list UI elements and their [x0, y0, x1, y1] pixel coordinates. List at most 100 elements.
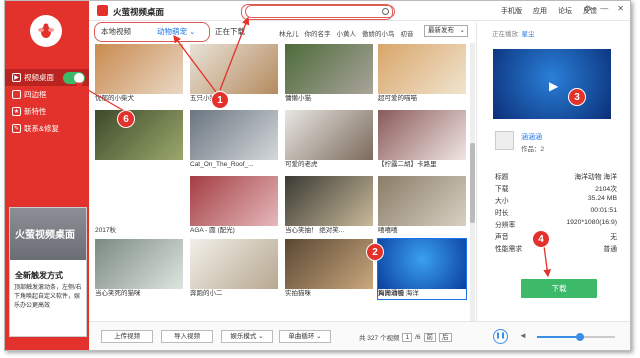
- info-value: 无: [610, 234, 617, 241]
- video-thumbnail-card[interactable]: 慵懒小猫: [285, 44, 373, 104]
- video-thumbnail-card[interactable]: 可爱的老虎: [285, 110, 373, 170]
- video-thumbnail-card[interactable]: 超可爱的喵喵: [378, 44, 466, 104]
- upload-video-button[interactable]: 上传视频: [101, 330, 153, 343]
- sidebar-item-video-desktop[interactable]: ▶ 视频桌面: [5, 69, 89, 86]
- tag-item[interactable]: 初音: [401, 28, 414, 38]
- total-count: 共 327 个视频: [359, 335, 400, 342]
- video-thumbnail-card[interactable]: 嘻嘻嘻: [378, 176, 466, 236]
- video-thumbnail[interactable]: [95, 110, 183, 160]
- now-playing-name[interactable]: 星尘: [522, 31, 535, 38]
- video-thumbnail[interactable]: [285, 239, 373, 289]
- page-input[interactable]: 1: [402, 332, 413, 342]
- volume-fill: [537, 336, 580, 338]
- wrench-icon: ✎: [12, 124, 21, 133]
- firefly-logo-icon: [30, 15, 62, 47]
- video-thumbnail[interactable]: [95, 239, 183, 289]
- tag-item[interactable]: 傲娇的小鸟: [362, 28, 395, 38]
- chevron-down-icon: ⌄: [258, 333, 264, 340]
- sidebar-item-frame[interactable]: 四边框: [5, 86, 89, 103]
- info-key: 性能需求: [495, 246, 523, 253]
- tag-item[interactable]: 你的名字: [305, 28, 331, 38]
- video-thumbnail-card[interactable]: 【柠露二胡】卡路里: [378, 110, 466, 170]
- sidebar: ▶ 视频桌面 四边框 ★ 新特性 ✎ 联系&修复 火萤视频桌面 全新触发方式 顶…: [5, 1, 89, 350]
- video-thumbnail[interactable]: [378, 239, 466, 289]
- grid-scrollbar[interactable]: [470, 43, 475, 323]
- video-thumbnail-card[interactable]: 2017秋: [95, 176, 183, 236]
- video-thumbnail[interactable]: [378, 176, 466, 226]
- video-thumbnail-card[interactable]: 五只小狗: [190, 44, 278, 104]
- scrollbar-thumb[interactable]: [470, 143, 475, 223]
- nav-mobile-link[interactable]: 手机版: [501, 6, 522, 16]
- video-thumbnail[interactable]: [285, 176, 373, 226]
- minimize-icon[interactable]: —: [600, 4, 608, 13]
- sidebar-item-label: 新特性: [24, 107, 47, 116]
- pagination: 共 327 个视频 1 /6 前 后: [359, 332, 452, 342]
- info-value: 35.24 MB: [587, 195, 617, 202]
- volume-knob[interactable]: [575, 333, 584, 341]
- prev-page-button[interactable]: 前: [423, 332, 437, 342]
- window-controls: ⚙ — ✕: [584, 4, 624, 13]
- download-button[interactable]: 下载: [521, 279, 597, 298]
- video-thumbnail[interactable]: [95, 44, 183, 94]
- pause-icon[interactable]: ❚❚: [493, 329, 508, 344]
- video-thumbnail[interactable]: [190, 239, 278, 289]
- play-icon[interactable]: ▶: [549, 79, 558, 93]
- video-thumbnail-card[interactable]: Cat_On_The_Roof_...: [190, 110, 278, 170]
- video-desktop-toggle[interactable]: [63, 72, 85, 84]
- now-playing: 正在播放: 星尘: [492, 28, 535, 38]
- video-thumbnail-card-selected[interactable]: 海洋动物 海洋: [377, 238, 467, 300]
- next-page-button[interactable]: 后: [439, 332, 452, 342]
- video-thumbnail[interactable]: [190, 176, 278, 226]
- video-thumbnail-card[interactable]: 当心笑死的猫咪: [95, 239, 183, 299]
- tag-item[interactable]: 林允儿: [279, 28, 299, 38]
- video-title: 嘻嘻嘻: [378, 227, 398, 234]
- close-icon[interactable]: ✕: [617, 4, 624, 13]
- now-playing-label: 正在播放:: [492, 31, 520, 38]
- annotation-highlight-box: [94, 22, 210, 42]
- video-thumbnail[interactable]: [190, 44, 278, 94]
- avatar[interactable]: [495, 131, 514, 150]
- author-name[interactable]: 涵涵涵: [521, 132, 542, 142]
- video-title: 当心笑抽！ 绝对笑...: [285, 227, 345, 234]
- video-thumbnail-card[interactable]: 忧郁的小柴犬: [95, 44, 183, 104]
- volume-slider[interactable]: [537, 333, 615, 341]
- volume-icon[interactable]: ◄: [519, 332, 527, 340]
- video-thumbnail-card[interactable]: [95, 110, 183, 170]
- tag-item[interactable]: 小黄人: [337, 28, 357, 38]
- loop-select[interactable]: 单曲循环 ⌄: [279, 330, 331, 343]
- video-thumbnail[interactable]: [378, 44, 466, 94]
- video-thumbnail[interactable]: [95, 176, 183, 226]
- sidebar-item-contact-repair[interactable]: ✎ 联系&修复: [5, 120, 89, 137]
- settings-icon[interactable]: ⚙: [584, 4, 591, 13]
- video-title: 当心笑死的猫咪: [95, 290, 141, 297]
- annotation-marker-4: 4: [532, 230, 550, 248]
- nav-forum-link[interactable]: 论坛: [558, 6, 572, 16]
- video-thumbnail[interactable]: [378, 110, 466, 160]
- video-preview[interactable]: ▶: [493, 49, 611, 119]
- video-icon: ▶: [12, 73, 21, 82]
- sidebar-menu: ▶ 视频桌面 四边框 ★ 新特性 ✎ 联系&修复: [5, 69, 89, 137]
- sort-select[interactable]: 最新发布 ⌄: [424, 25, 468, 37]
- video-thumbnail-card[interactable]: 当心笑抽！ 绝对笑...: [285, 176, 373, 236]
- video-title: 实拍猫咪: [285, 290, 311, 297]
- video-title: 可爱的老虎: [285, 161, 318, 168]
- video-thumbnail[interactable]: [285, 110, 373, 160]
- sidebar-item-new-features[interactable]: ★ 新特性: [5, 103, 89, 120]
- video-thumbnail-card[interactable]: 实拍猫咪: [285, 239, 373, 299]
- tab-downloading[interactable]: 正在下载: [215, 25, 245, 39]
- video-thumbnail[interactable]: [285, 44, 373, 94]
- video-info-list: 标题 海洋动物 海洋 下载 2104次 大小 35.24 MB 时长 00:01:51 分辨率 1…: [495, 171, 617, 255]
- info-row: 声音 无: [495, 231, 617, 243]
- video-thumbnail[interactable]: [190, 110, 278, 160]
- video-title: 五只小狗: [190, 95, 216, 102]
- promo-card[interactable]: 火萤视频桌面 全新触发方式 顶部触发滚动条，左侧/右下角唤起自定义软件，娱乐办公…: [9, 207, 87, 337]
- mode-select[interactable]: 娱乐模式 ⌄: [221, 330, 273, 343]
- detail-panel: 正在播放: 星尘 ▶ 涵涵涵 作品：2 标题 海洋动物 海洋 下载 2104次 大小 35…: [476, 22, 630, 321]
- nav-apps-link[interactable]: 应用: [533, 6, 547, 16]
- video-title: 2017秋: [95, 227, 116, 234]
- annotation-marker-2: 2: [366, 243, 384, 261]
- video-thumbnail-card[interactable]: AGA - 圆 (配光): [190, 176, 278, 236]
- video-thumbnail-card[interactable]: 奔跑的小二: [190, 239, 278, 299]
- info-value: 00:01:51: [590, 207, 617, 214]
- import-video-button[interactable]: 导入视频: [161, 330, 213, 343]
